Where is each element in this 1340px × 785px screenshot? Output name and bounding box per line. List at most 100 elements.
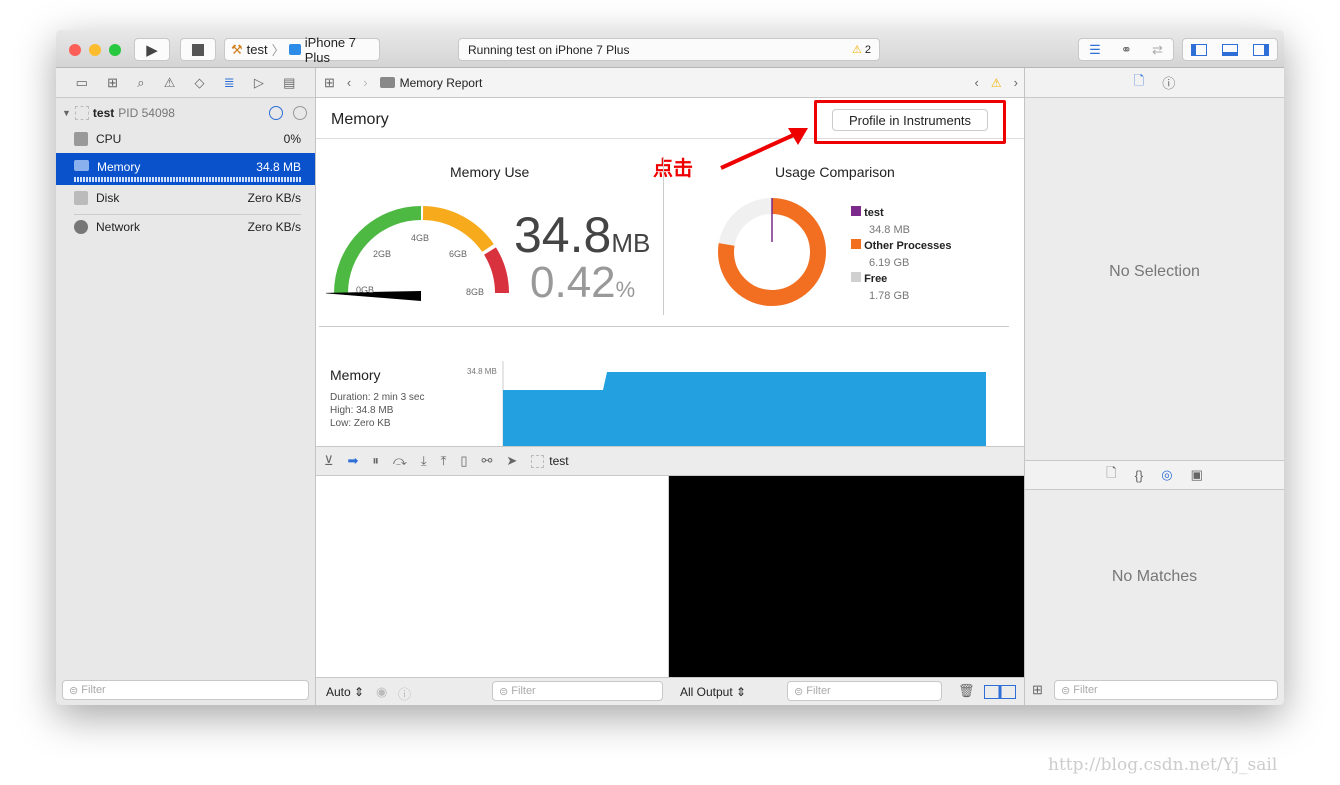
threads-icon[interactable] — [293, 106, 307, 120]
breadcrumb[interactable]: Memory Report — [379, 76, 482, 90]
info-icon[interactable]: ⓘ — [398, 684, 411, 703]
debug-bar: ⊻ ➡ ⏸ ⤼ ⤓ ⤒ ▯ ⚯ ➤ test — [316, 446, 1024, 476]
related-items-icon[interactable]: ⊞ — [324, 75, 335, 91]
gauge-label-6: 6GB — [449, 249, 467, 259]
report-icon[interactable]: ▤ — [283, 75, 295, 91]
usage-legend: test 34.8 MB Other Processes 6.19 GB Free 1… — [851, 205, 952, 304]
view-debugger-icon[interactable]: ▯ — [460, 453, 467, 469]
warning-icon[interactable]: ⚠ — [164, 75, 176, 91]
step-over-icon[interactable]: ⤼ — [393, 453, 407, 469]
nav-item-network[interactable]: Network Zero KB/s — [56, 212, 315, 241]
legend-other: Other Processes 6.19 GB — [851, 238, 952, 271]
standard-editor-icon[interactable]: ☰ — [1089, 42, 1101, 58]
variables-filter[interactable]: ⊜ Filter — [492, 681, 663, 701]
object-library-icon[interactable]: ◎ — [1161, 467, 1172, 483]
usage-comparison-title: Usage Comparison — [775, 164, 895, 180]
console-view[interactable] — [669, 476, 1024, 677]
split-view-icon[interactable] — [984, 685, 1016, 699]
gauge-label-0: 0GB — [356, 285, 374, 295]
library-tabs: 🗋 {} ◎ ▣ — [1025, 460, 1284, 490]
filter-icon: ⊜ — [794, 685, 807, 698]
minimize-button[interactable] — [89, 44, 101, 56]
prev-issue-icon[interactable]: ‹ — [975, 75, 979, 90]
file-inspector-icon[interactable]: 🗋 — [1134, 72, 1144, 94]
location-icon[interactable]: ➤ — [506, 453, 517, 469]
version-editor-icon[interactable]: ⇄ — [1152, 42, 1163, 58]
memory-sparkline — [74, 177, 301, 182]
navigator-toggle-icon[interactable] — [1190, 43, 1207, 56]
profile-in-instruments-button[interactable]: Profile in Instruments — [832, 109, 988, 131]
output-selector[interactable]: All Output ⇕ — [680, 685, 746, 699]
inspector: 🗋 ⓘ No Selection 🗋{} ◎ ▣ No Matches ⊞ ⊜ Fil… — [1024, 68, 1284, 705]
zoom-button[interactable] — [109, 44, 121, 56]
debug-icon[interactable]: ≣ — [224, 75, 235, 91]
close-button[interactable] — [69, 44, 81, 56]
activity-view: Running test on iPhone 7 Plus ⚠ 2 — [458, 38, 880, 61]
timeline-y-label: 34.8 MB — [467, 367, 497, 376]
nav-item-disk[interactable]: Disk Zero KB/s — [56, 183, 315, 212]
nav-item-cpu[interactable]: CPU 0% — [56, 124, 315, 153]
console-filter[interactable]: ⊜ Filter — [787, 681, 942, 701]
memory-percent: 0.42% — [530, 258, 636, 307]
legend-free: Free 1.78 GB — [851, 271, 952, 304]
warning-icon[interactable]: ⚠ — [991, 76, 1002, 90]
debug-toggle-icon[interactable] — [1221, 43, 1238, 56]
gauge-yellow-segment — [422, 206, 494, 253]
hide-debug-icon[interactable]: ⊻ — [324, 453, 334, 469]
timeline-stats: Duration: 2 min 3 sec High: 34.8 MB Low: Z… — [330, 392, 425, 429]
breakpoints-icon[interactable]: ➡ — [348, 453, 359, 469]
gauge-label-4: 4GB — [411, 233, 429, 243]
memory-use-title: Memory Use — [450, 164, 530, 180]
disclosure-triangle-icon[interactable]: ▼ — [62, 108, 71, 118]
run-button[interactable]: ▶ — [134, 38, 170, 61]
eye-icon[interactable]: ◉ — [376, 684, 387, 700]
library-filter[interactable]: ⊜ Filter — [1054, 680, 1278, 700]
inspector-toggle-icon[interactable] — [1253, 43, 1270, 56]
nav-item-memory[interactable]: Memory 34.8 MB — [56, 153, 315, 185]
forward-icon[interactable]: › — [363, 75, 367, 90]
network-icon — [74, 219, 88, 234]
memory-gauge: 0GB 2GB 4GB 6GB 8GB — [326, 206, 509, 301]
app-icon — [531, 454, 545, 468]
trash-icon[interactable]: 🗑 — [958, 683, 975, 699]
test-icon[interactable]: ◇ — [195, 75, 205, 91]
warning-badge[interactable]: ⚠ 2 — [852, 43, 871, 56]
memory-icon — [74, 160, 89, 171]
memory-graph-icon[interactable]: ⚯ — [481, 453, 492, 469]
help-icon[interactable]: ⓘ — [1162, 73, 1175, 92]
warning-icon: ⚠ — [851, 44, 862, 56]
no-matches-text: No Matches — [1111, 568, 1198, 585]
assistant-editor-icon[interactable]: ⚭ — [1121, 42, 1132, 58]
media-library-icon[interactable]: ▣ — [1191, 467, 1203, 483]
code-snippet-icon[interactable]: {} — [1135, 468, 1144, 483]
legend-swatch — [851, 272, 861, 282]
next-issue-icon[interactable]: › — [1014, 75, 1018, 90]
gauge-icon[interactable] — [269, 106, 283, 120]
search-icon[interactable]: ⌕ — [137, 75, 144, 91]
auto-selector[interactable]: Auto ⇕ — [326, 685, 364, 699]
folder-icon[interactable]: ▭ — [76, 75, 88, 91]
process-row[interactable]: ▼ test PID 54098 — [62, 106, 307, 120]
hierarchy-icon[interactable]: ⊞ — [107, 75, 118, 91]
view-toggle-group — [1182, 38, 1278, 61]
app-icon: ⚒ — [231, 41, 243, 57]
debug-navigator: ▭ ⊞ ⌕ ⚠ ◇ ≣ ▷ ▤ ▼ test PID 54098 CPU 0% Memory 34.… — [56, 68, 316, 705]
app-icon — [74, 106, 89, 120]
timeline-title: Memory — [330, 367, 381, 383]
filter-icon: ⊜ — [1061, 684, 1074, 697]
pause-icon[interactable]: ⏸ — [372, 453, 379, 469]
scheme-selector[interactable]: ⚒ test 〉 iPhone 7 Plus — [224, 35, 380, 65]
back-icon[interactable]: ‹ — [347, 75, 351, 90]
device-icon — [288, 44, 301, 55]
no-selection-text: No Selection — [1109, 263, 1200, 280]
file-template-icon[interactable]: 🗋 — [1106, 464, 1116, 486]
step-out-icon[interactable]: ⤒ — [441, 453, 447, 469]
step-into-icon[interactable]: ⤓ — [421, 453, 427, 469]
process-selector[interactable]: test — [531, 454, 569, 468]
legend-test: test 34.8 MB — [851, 205, 952, 238]
stop-button[interactable] — [180, 38, 216, 61]
breakpoint-icon[interactable]: ▷ — [254, 75, 264, 91]
inspector-tabs: 🗋 ⓘ — [1025, 68, 1284, 98]
grid-view-icon[interactable]: ⊞ — [1032, 682, 1043, 698]
navigator-filter[interactable]: ⊜ Filter — [62, 680, 309, 700]
